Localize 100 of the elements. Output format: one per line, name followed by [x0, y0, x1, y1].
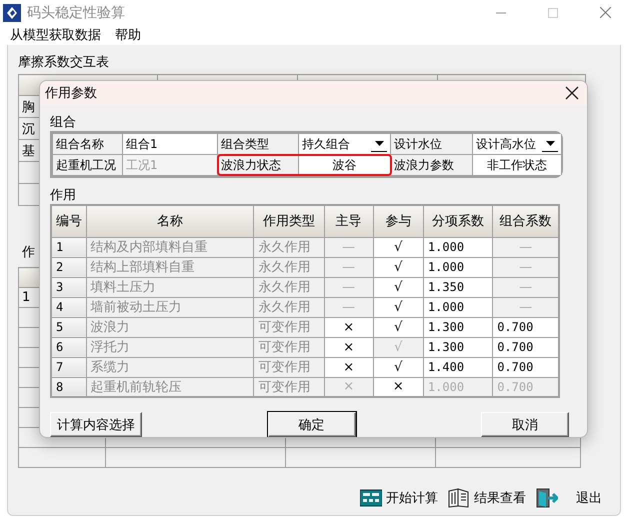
- table-cell: —: [492, 237, 559, 257]
- table-cell[interactable]: 0.700: [492, 357, 559, 377]
- section-title: 作: [22, 244, 35, 261]
- table-cell: 永久作用: [254, 257, 324, 277]
- exit-button[interactable]: 退出: [536, 488, 602, 508]
- row-number: 6: [51, 337, 86, 357]
- table-cell: 可变作用: [254, 317, 324, 337]
- table-cell: —: [324, 237, 374, 257]
- row-number: 4: [51, 297, 86, 317]
- table-cell: 结构上部填料自重: [86, 257, 254, 277]
- table-cell[interactable]: ×: [324, 317, 374, 337]
- column-header: 主导: [324, 205, 374, 237]
- view-results-button[interactable]: 结果查看: [448, 488, 526, 508]
- table-cell: ×: [324, 377, 374, 397]
- column-header: 名称: [86, 205, 254, 237]
- table-cell[interactable]: 1.350: [423, 277, 493, 297]
- table-cell[interactable]: ×: [324, 337, 374, 357]
- table-cell: 系缆力: [86, 357, 254, 377]
- table-cell: 永久作用: [254, 277, 324, 297]
- table-cell[interactable]: 1.000: [423, 297, 493, 317]
- dialog-button[interactable]: 确定: [268, 412, 356, 437]
- choice-field[interactable]: 非工作状态: [473, 155, 562, 175]
- column-header: 分项系数: [423, 205, 493, 237]
- table-cell[interactable]: √: [373, 357, 424, 377]
- table-cell: 结构及内部填料自重: [86, 237, 254, 257]
- field-label: 组合名称: [53, 134, 123, 154]
- table-cell: 起重机前轨轮压: [86, 377, 254, 397]
- field-label: 起重机工况: [53, 155, 123, 175]
- table-cell[interactable]: √: [373, 257, 424, 277]
- row-number: 2: [51, 257, 86, 277]
- table-cell[interactable]: ×: [373, 377, 424, 397]
- row-header: 基: [22, 144, 35, 158]
- caret-icon: [374, 141, 384, 146]
- table-cell[interactable]: 1.300: [423, 317, 493, 337]
- table-cell[interactable]: 0.700: [492, 317, 559, 337]
- app-logo-icon: [3, 4, 21, 22]
- table-cell[interactable]: ×: [324, 357, 374, 377]
- table-cell[interactable]: √: [373, 237, 424, 257]
- table-cell: 永久作用: [254, 297, 324, 317]
- table-cell: 可变作用: [254, 357, 324, 377]
- exit-door-icon: [536, 488, 558, 508]
- table-cell: 浮托力: [86, 337, 254, 357]
- table-cell[interactable]: 1.000: [423, 237, 493, 257]
- row-number: 7: [51, 357, 86, 377]
- column-header: 参与: [373, 205, 424, 237]
- table-cell: 可变作用: [254, 377, 324, 397]
- table-cell: 波浪力: [86, 317, 254, 337]
- field-label: 组合类型: [218, 134, 299, 154]
- table-cell[interactable]: 0.700: [492, 337, 559, 357]
- dropdown[interactable]: 持久组合: [299, 134, 391, 154]
- group-title: 组合: [50, 114, 77, 131]
- table-cell: —: [324, 257, 374, 277]
- row-number: 8: [51, 377, 86, 397]
- text-field[interactable]: 组合1: [123, 134, 218, 154]
- table-cell: —: [492, 277, 559, 297]
- field-label: 波浪力参数: [391, 155, 473, 175]
- table-cell: 永久作用: [254, 237, 324, 257]
- calculator-icon: [360, 489, 382, 507]
- close-icon: [565, 86, 579, 100]
- row-number: 1: [22, 290, 30, 305]
- book-icon: [448, 488, 470, 508]
- table-cell: 墙前被动土压力: [86, 297, 254, 317]
- section-title: 摩擦系数交互表: [18, 54, 109, 71]
- dialog-title: 作用参数: [45, 85, 98, 102]
- dialog-button[interactable]: 计算内容选择: [50, 412, 142, 437]
- table-cell: √: [373, 337, 424, 357]
- table-cell[interactable]: √: [373, 297, 424, 317]
- start-calculation-button[interactable]: 开始计算: [360, 489, 438, 507]
- table-cell[interactable]: 1.400: [423, 357, 493, 377]
- field-label: 设计水位: [391, 134, 473, 154]
- table-cell: 0.700: [492, 377, 559, 397]
- row-number: 1: [51, 237, 86, 257]
- row-header: 沉: [22, 122, 35, 136]
- close-icon: [600, 7, 610, 18]
- column-header: 组合系数: [492, 205, 559, 237]
- menu-item[interactable]: 帮助: [115, 26, 141, 44]
- table-cell[interactable]: √: [373, 277, 424, 297]
- dropdown[interactable]: 设计高水位: [473, 134, 562, 154]
- table-cell: —: [324, 297, 374, 317]
- table-cell: 可变作用: [254, 337, 324, 357]
- table-cell[interactable]: 1.300: [423, 337, 493, 357]
- table-cell: —: [324, 277, 374, 297]
- table-cell: 1.000: [423, 377, 493, 397]
- table-cell[interactable]: 1.000: [423, 257, 493, 277]
- dialog-button[interactable]: 取消: [481, 412, 569, 437]
- table-cell[interactable]: √: [373, 317, 424, 337]
- row-header: 胸: [22, 100, 35, 114]
- column-header: 编号: [51, 205, 86, 237]
- column-header: 作用类型: [254, 205, 324, 237]
- caret-icon: [546, 141, 554, 146]
- window-title: 码头稳定性验算: [27, 4, 126, 22]
- close-button[interactable]: [565, 86, 579, 100]
- table-cell: —: [492, 297, 559, 317]
- field-label: 波浪力状态: [218, 155, 299, 175]
- group-title: 作用: [50, 187, 77, 204]
- row-number: 5: [51, 317, 86, 337]
- table-cell: —: [492, 257, 559, 277]
- table-cell: 填料土压力: [86, 277, 254, 297]
- choice-field[interactable]: 波谷: [299, 155, 391, 175]
- menu-item[interactable]: 从模型获取数据: [10, 26, 101, 44]
